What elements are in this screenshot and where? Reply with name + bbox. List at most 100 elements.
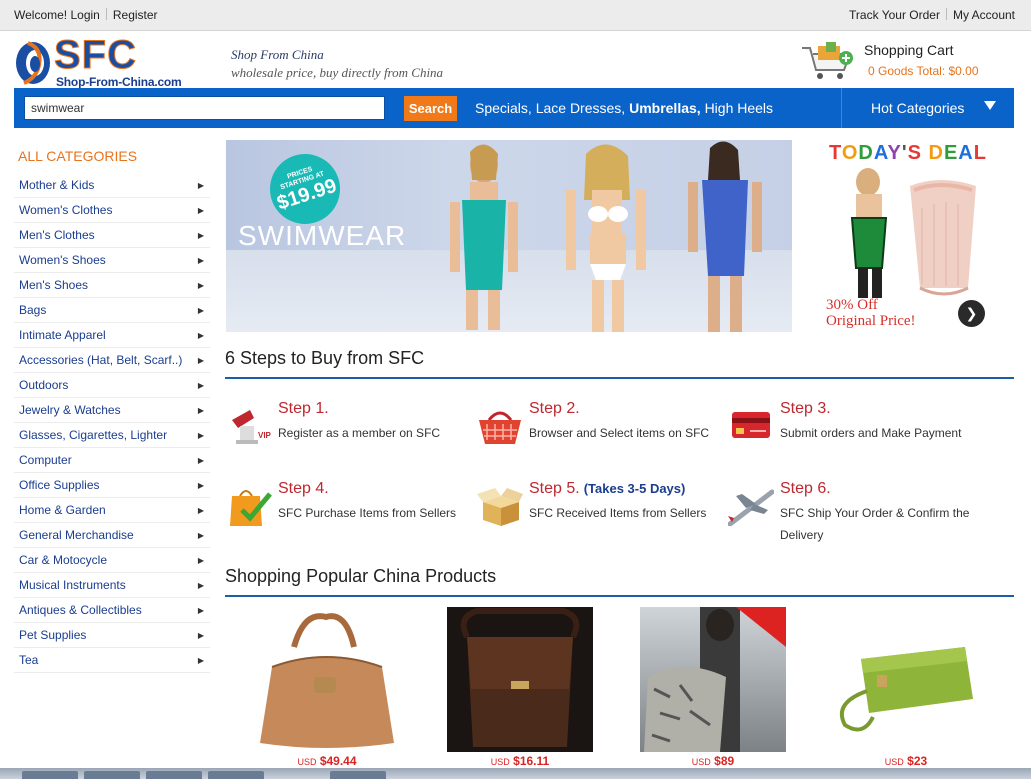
chevron-right-icon: ▶ bbox=[197, 381, 204, 390]
sidebar-item-category[interactable]: General Merchandise ▶ bbox=[14, 523, 210, 548]
product-image-leather-messenger[interactable] bbox=[447, 607, 593, 752]
sidebar-item-category[interactable]: Antiques & Collectibles ▶ bbox=[14, 598, 210, 623]
sidebar-item-category[interactable]: Accessories (Hat, Belt, Scarf..) ▶ bbox=[14, 348, 210, 373]
currency-label: USD bbox=[490, 757, 510, 767]
taskbar-button[interactable] bbox=[22, 771, 78, 779]
deal-title-letter: D bbox=[858, 142, 874, 164]
sidebar-item-category[interactable]: Intimate Apparel ▶ bbox=[14, 323, 210, 348]
search-input[interactable] bbox=[24, 96, 385, 120]
login-link[interactable]: Login bbox=[70, 8, 99, 22]
nav-link-specials[interactable]: Specials, bbox=[475, 100, 532, 116]
search-button[interactable]: Search bbox=[404, 96, 457, 121]
sidebar-heading: ALL CATEGORIES bbox=[18, 148, 138, 164]
sidebar-item-category[interactable]: Men's Clothes ▶ bbox=[14, 223, 210, 248]
price-value: $49.44 bbox=[319, 754, 357, 768]
track-order-link[interactable]: Track Your Order bbox=[849, 8, 940, 22]
currency-label: USD bbox=[297, 757, 317, 767]
register-link[interactable]: Register bbox=[113, 8, 158, 22]
chevron-right-icon: ▶ bbox=[197, 181, 204, 190]
product-image-python-print-bag[interactable] bbox=[640, 607, 786, 752]
chevron-right-icon: ▶ bbox=[197, 556, 204, 565]
product-price: USD $16.11 bbox=[447, 754, 593, 768]
step-name: Step 5. (Takes 3-5 Days) bbox=[529, 480, 685, 498]
hero-banner[interactable]: PRICES STARTING AT $19.99 SWIMWEAR bbox=[226, 140, 792, 332]
deal-title-letter: T bbox=[829, 142, 842, 164]
sidebar-item-category[interactable]: Musical Instruments ▶ bbox=[14, 573, 210, 598]
chevron-right-icon: ▶ bbox=[197, 231, 204, 240]
taskbar-button[interactable] bbox=[84, 771, 140, 779]
product-card[interactable]: USD $89 bbox=[640, 607, 786, 768]
sidebar-item-label: Bags bbox=[19, 303, 47, 317]
vip-member-icon: VIP bbox=[232, 410, 272, 444]
sidebar-item-category[interactable]: Jewelry & Watches ▶ bbox=[14, 398, 210, 423]
sidebar-item-category[interactable]: Computer ▶ bbox=[14, 448, 210, 473]
welcome-text: Welcome! bbox=[14, 8, 68, 22]
svg-text:VIP: VIP bbox=[258, 431, 272, 440]
step-name-text: Step 5. bbox=[529, 480, 580, 497]
sidebar-item-category[interactable]: Women's Shoes ▶ bbox=[14, 248, 210, 273]
next-arrow-icon[interactable]: ❯ bbox=[958, 300, 985, 327]
sidebar-item-label: Men's Shoes bbox=[19, 278, 88, 292]
banner-models-image bbox=[450, 141, 762, 332]
nav-link-high-heels[interactable]: High Heels bbox=[705, 100, 773, 116]
user-links: Track Your Order My Account bbox=[849, 8, 1015, 22]
sidebar-item-category[interactable]: Home & Garden ▶ bbox=[14, 498, 210, 523]
site-logo[interactable]: SFC Shop-From-China.com bbox=[14, 33, 200, 89]
sidebar-item-label: Mother & Kids bbox=[19, 178, 95, 192]
step-name: Step 3. bbox=[780, 400, 831, 417]
sidebar-item-label: Office Supplies bbox=[19, 478, 100, 492]
sidebar-item-category[interactable]: Mother & Kids ▶ bbox=[14, 173, 210, 198]
hot-categories-dropdown[interactable]: Hot Categories bbox=[841, 88, 1014, 128]
taskbar-button[interactable] bbox=[330, 771, 386, 779]
sidebar-item-category[interactable]: Outdoors ▶ bbox=[14, 373, 210, 398]
sidebar-item-category[interactable]: Men's Shoes ▶ bbox=[14, 273, 210, 298]
sidebar-item-category[interactable]: Bags ▶ bbox=[14, 298, 210, 323]
sidebar-item-label: Women's Shoes bbox=[19, 253, 106, 267]
deal-title-letter: A bbox=[873, 142, 888, 164]
shopping-cart[interactable]: Shopping Cart 0 Goods Total: $0.00 bbox=[800, 40, 1020, 84]
todays-deal[interactable]: TODAY'S DEAL 30% Off Original Price! ❯ bbox=[820, 140, 1000, 332]
taskbar-button[interactable] bbox=[146, 771, 202, 779]
sidebar-item-category[interactable]: Office Supplies ▶ bbox=[14, 473, 210, 498]
nav-link-umbrellas[interactable]: Umbrellas, bbox=[629, 100, 701, 116]
steps-title: 6 Steps to Buy from SFC bbox=[225, 348, 425, 368]
product-card[interactable]: USD $23 bbox=[833, 607, 979, 768]
sidebar-item-category[interactable]: Women's Clothes ▶ bbox=[14, 198, 210, 223]
sidebar-item-label: Antiques & Collectibles bbox=[19, 603, 142, 617]
sidebar-item-category[interactable]: Tea ▶ bbox=[14, 648, 210, 673]
divider bbox=[105, 8, 107, 20]
deal-product-image bbox=[850, 168, 976, 298]
deal-discount: 30% Off Original Price! bbox=[826, 297, 916, 329]
taskbar-button[interactable] bbox=[208, 771, 264, 779]
divider bbox=[945, 8, 947, 20]
account-links: Welcome! Login Register bbox=[14, 8, 158, 22]
sidebar-item-label: Men's Clothes bbox=[19, 228, 95, 242]
deal-title-letter: D bbox=[928, 142, 944, 164]
nav-link-lace-dresses[interactable]: Lace Dresses, bbox=[536, 100, 625, 116]
product-card[interactable]: USD $16.11 bbox=[447, 607, 593, 768]
product-card[interactable]: USD $49.44 bbox=[254, 607, 400, 768]
my-account-link[interactable]: My Account bbox=[953, 8, 1015, 22]
slogan-title: Shop From China bbox=[231, 47, 324, 62]
logo-swirl-icon bbox=[16, 41, 50, 85]
sidebar-item-label: Glasses, Cigarettes, Lighter bbox=[19, 428, 168, 442]
hot-categories-label: Hot Categories bbox=[871, 100, 965, 116]
sidebar-item-category[interactable]: Pet Supplies ▶ bbox=[14, 623, 210, 648]
sidebar-item-label: Intimate Apparel bbox=[19, 328, 106, 342]
chevron-right-icon: ▶ bbox=[197, 356, 204, 365]
sidebar-item-category[interactable]: Glasses, Cigarettes, Lighter ▶ bbox=[14, 423, 210, 448]
currency-label: USD bbox=[691, 757, 711, 767]
step-desc: SFC Received Items from Sellers bbox=[529, 506, 707, 520]
product-price: USD $49.44 bbox=[254, 754, 400, 768]
product-image-green-clutch[interactable] bbox=[833, 607, 979, 752]
deal-title-letter: L bbox=[973, 142, 987, 164]
step-desc: SFC Ship Your Order & Confirm the Delive… bbox=[780, 506, 970, 542]
sidebar-item-category[interactable]: Car & Motocycle ▶ bbox=[14, 548, 210, 573]
os-taskbar bbox=[0, 768, 1031, 779]
sidebar-item-label: Musical Instruments bbox=[19, 578, 126, 592]
currency-label: USD bbox=[884, 757, 904, 767]
step-name: Step 4. bbox=[278, 480, 329, 497]
product-image-tan-handbag[interactable] bbox=[254, 607, 400, 752]
sidebar-item-label: Outdoors bbox=[19, 378, 69, 392]
chevron-right-icon: ▶ bbox=[197, 281, 204, 290]
